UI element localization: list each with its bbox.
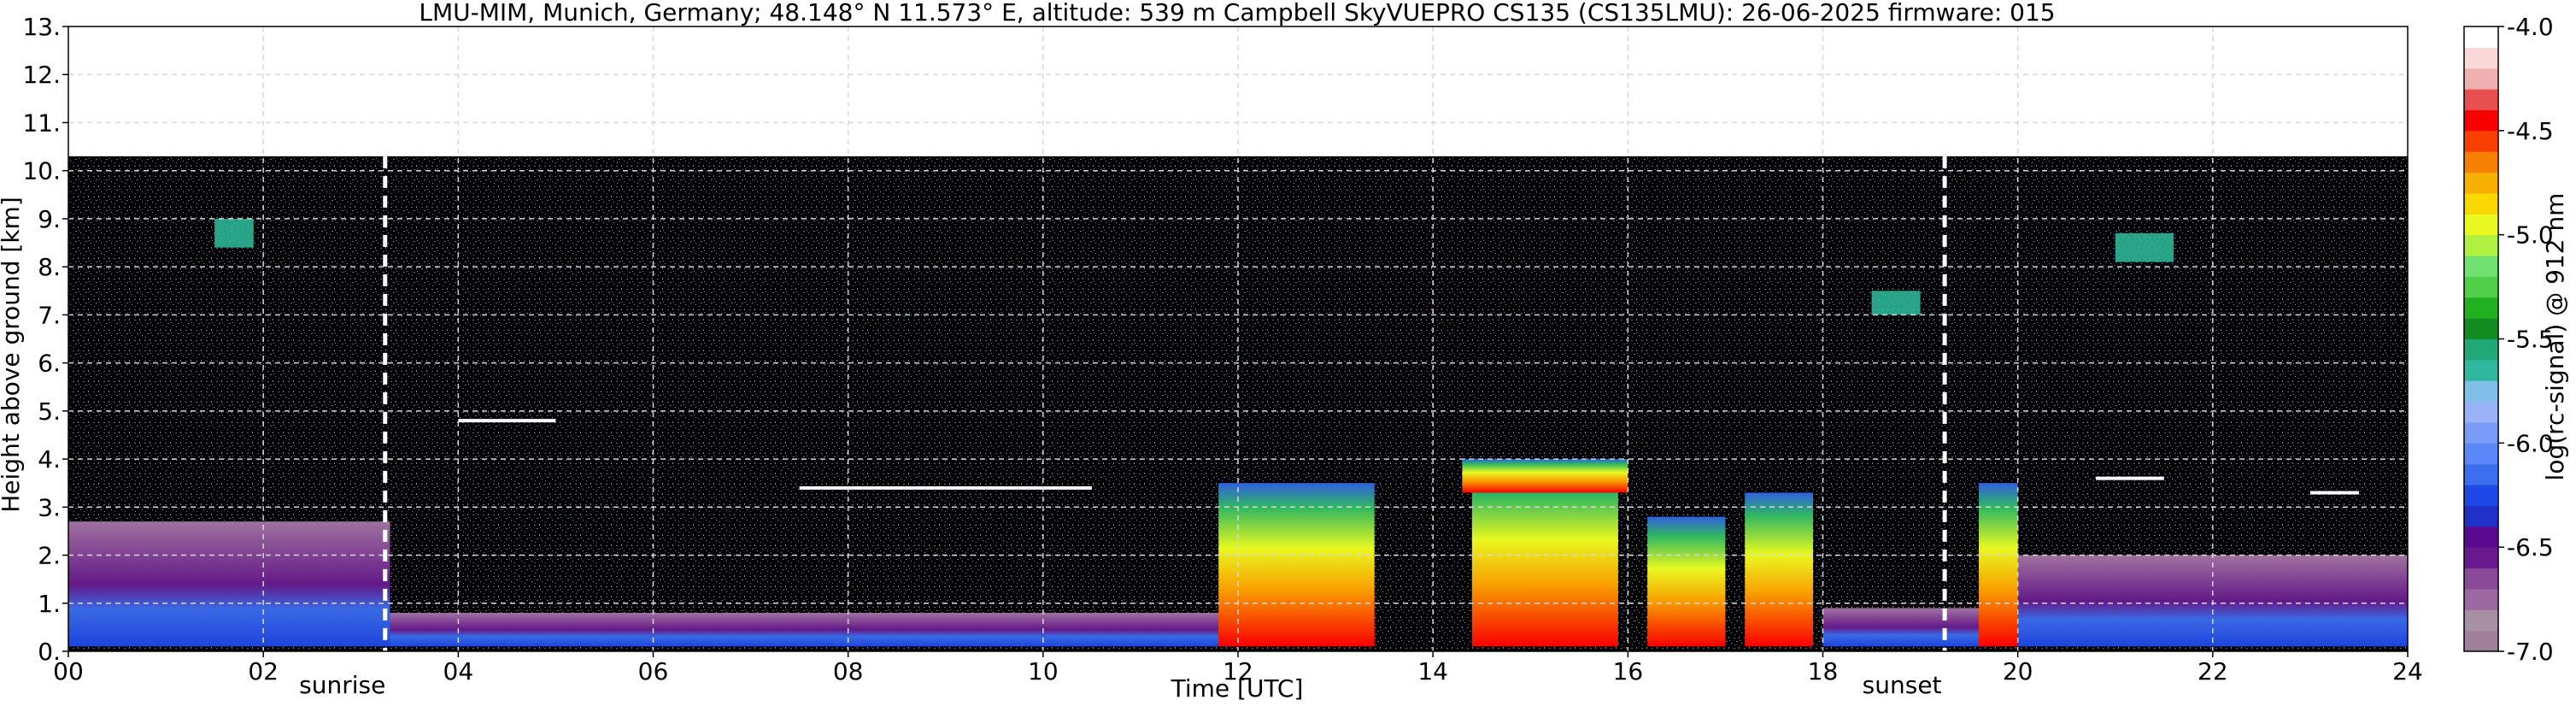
- colorbar-segment-6: [2464, 505, 2498, 527]
- x-tick-label-8: 16: [1613, 657, 1644, 685]
- colorbar-segment-13: [2464, 359, 2498, 381]
- x-tick-label-5: 10: [1028, 657, 1059, 685]
- cloud-5: [1471, 468, 1618, 647]
- colorbar-segment-26: [2464, 89, 2498, 110]
- x-axis-label: Time [UTC]: [1171, 674, 1304, 703]
- x-tick-label-3: 06: [638, 657, 669, 685]
- boundary-layer-0: [68, 521, 390, 647]
- colorbar-segment-9: [2464, 443, 2498, 465]
- cloud-6: [1647, 516, 1726, 647]
- colorbar-segment-11: [2464, 401, 2498, 423]
- colorbar-segment-10: [2464, 421, 2498, 444]
- colorbar: [2463, 26, 2499, 652]
- y-tick-label-7: 7.: [38, 301, 61, 329]
- y-tick-label-1: 1.: [38, 590, 61, 618]
- colorbar-tick-label-6: -7.0: [2507, 638, 2554, 666]
- colorbar-segment-7: [2464, 485, 2498, 506]
- colorbar-segment-17: [2464, 276, 2498, 298]
- colorbar-segment-29: [2464, 26, 2498, 48]
- boundary-layer-1: [390, 613, 1239, 647]
- x-tick-label-1: 02: [248, 657, 279, 685]
- colorbar-segment-4: [2464, 547, 2498, 569]
- y-tick-label-8: 8.: [38, 253, 61, 281]
- y-axis-label: Height above ground [km]: [0, 197, 25, 513]
- cirrus-14: [214, 218, 254, 248]
- x-tick-label-12: 24: [2392, 657, 2423, 685]
- x-tick-label-11: 22: [2198, 657, 2228, 685]
- colorbar-segment-12: [2464, 380, 2498, 403]
- colorbar-tick-label-5: -6.5: [2507, 533, 2554, 562]
- event-label-sunrise: sunrise: [299, 671, 385, 699]
- cloud-9: [1462, 459, 1628, 493]
- x-tick-label-10: 20: [2003, 657, 2033, 685]
- colorbar-segment-24: [2464, 130, 2498, 152]
- boundary-layer-2: [1822, 608, 1998, 647]
- colorbar-segment-3: [2464, 568, 2498, 590]
- colorbar-label: log(rc-signal) @ 912 nm: [2541, 193, 2569, 481]
- colorbar-segment-19: [2464, 234, 2498, 256]
- y-tick-label-6: 6.: [38, 350, 61, 378]
- colorbar-tick-label-1: -4.5: [2507, 117, 2554, 145]
- x-tick-label-7: 14: [1417, 657, 1448, 685]
- x-tick-label-2: 04: [443, 657, 474, 685]
- colorbar-segment-25: [2464, 109, 2498, 132]
- y-tick-label-9: 9.: [38, 205, 61, 233]
- y-tick-label-3: 3.: [38, 493, 61, 521]
- event-label-sunset: sunset: [1863, 671, 1942, 699]
- chart-title: LMU-MIM, Munich, Germany; 48.148° N 11.5…: [419, 0, 2055, 26]
- cirrus-15: [2115, 232, 2174, 262]
- y-tick-label-12: 12.: [22, 61, 61, 89]
- y-tick-label-5: 5.: [38, 397, 61, 426]
- colorbar-segment-18: [2464, 256, 2498, 277]
- colorbar-segment-14: [2464, 338, 2498, 361]
- y-tick-label-4: 4.: [38, 445, 61, 474]
- y-tick-label-11: 11.: [22, 109, 61, 137]
- colorbar-segment-5: [2464, 526, 2498, 548]
- x-tick-label-4: 08: [833, 657, 864, 685]
- colorbar-segment-2: [2464, 588, 2498, 610]
- colorbar-segment-20: [2464, 214, 2498, 236]
- colorbar-segment-8: [2464, 463, 2498, 485]
- ceilometer-chart: sunrise sunset 00 02 04 06 08 10 12 14 16 18 20 22 24…: [0, 0, 2569, 703]
- colorbar-segment-27: [2464, 68, 2498, 90]
- colorbar-segment-0: [2464, 630, 2498, 652]
- y-tick-label-0: 0.: [38, 638, 61, 666]
- y-tick-label-2: 2.: [38, 542, 61, 570]
- y-tick-label-13: 13.: [22, 13, 61, 41]
- colorbar-segment-22: [2464, 172, 2498, 194]
- colorbar-segment-23: [2464, 151, 2498, 174]
- colorbar-segment-1: [2464, 609, 2498, 632]
- colorbar-segment-15: [2464, 318, 2498, 339]
- colorbar-tick-label-0: -4.0: [2507, 13, 2554, 41]
- y-tick-label-10: 10.: [22, 157, 61, 185]
- x-tick-label-9: 18: [1808, 657, 1839, 685]
- colorbar-segment-21: [2464, 192, 2498, 215]
- y-axis-ticks: 0. 1. 2. 3. 4. 5. 6. 7. 8. 9. 10. 11. 12. 13.: [22, 13, 68, 666]
- cirrus-16: [1871, 291, 1921, 315]
- cloud-7: [1745, 492, 1814, 647]
- colorbar-segment-28: [2464, 47, 2498, 69]
- colorbar-segment-16: [2464, 297, 2498, 319]
